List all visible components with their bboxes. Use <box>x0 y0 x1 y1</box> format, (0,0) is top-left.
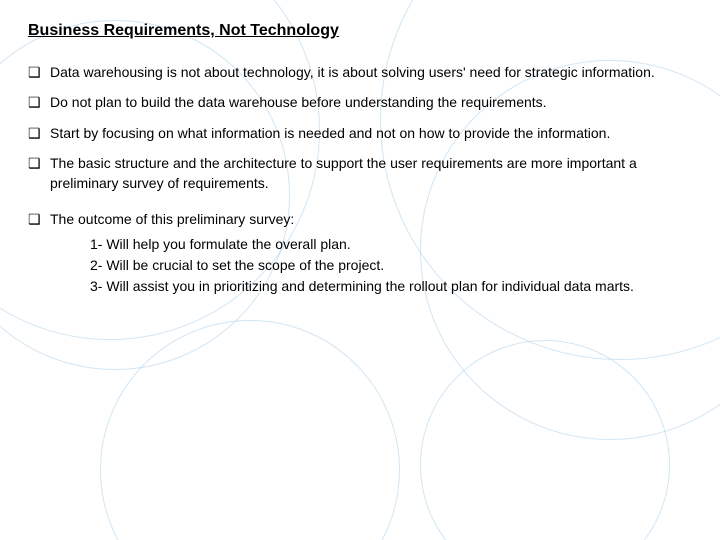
outcome-sub-item-2: 2- Will be crucial to set the scope of t… <box>90 255 692 276</box>
bullet-text-1: Data warehousing is not about technology… <box>50 62 692 82</box>
bullet-symbol: ❑ <box>28 209 46 229</box>
page-title: Business Requirements, Not Technology <box>28 22 692 40</box>
outcome-sub-item-1: 1- Will help you formulate the overall p… <box>90 234 692 255</box>
bullet-text-4: The basic structure and the architecture… <box>50 153 692 194</box>
list-item: ❑ Data warehousing is not about technolo… <box>28 62 692 82</box>
list-item: ❑ Do not plan to build the data warehous… <box>28 92 692 112</box>
bullet-list: ❑ Data warehousing is not about technolo… <box>28 62 692 193</box>
outcome-intro-item: ❑ The outcome of this preliminary survey… <box>28 209 692 296</box>
list-item: ❑ The basic structure and the architectu… <box>28 153 692 194</box>
outcome-section: ❑ The outcome of this preliminary survey… <box>28 209 692 296</box>
list-item: ❑ Start by focusing on what information … <box>28 123 692 143</box>
bullet-text-2: Do not plan to build the data warehouse … <box>50 92 692 112</box>
bullet-symbol: ❑ <box>28 92 46 112</box>
bullet-symbol: ❑ <box>28 153 46 173</box>
main-content: Business Requirements, Not Technology ❑ … <box>0 0 720 317</box>
outcome-sub-list: 1- Will help you formulate the overall p… <box>90 234 692 297</box>
outcome-content: The outcome of this preliminary survey: … <box>50 209 692 296</box>
bullet-symbol: ❑ <box>28 123 46 143</box>
bullet-text-3: Start by focusing on what information is… <box>50 123 692 143</box>
bullet-symbol: ❑ <box>28 62 46 82</box>
outcome-sub-item-3: 3- Will assist you in prioritizing and d… <box>90 276 692 297</box>
outcome-intro-text: The outcome of this preliminary survey: <box>50 211 294 227</box>
